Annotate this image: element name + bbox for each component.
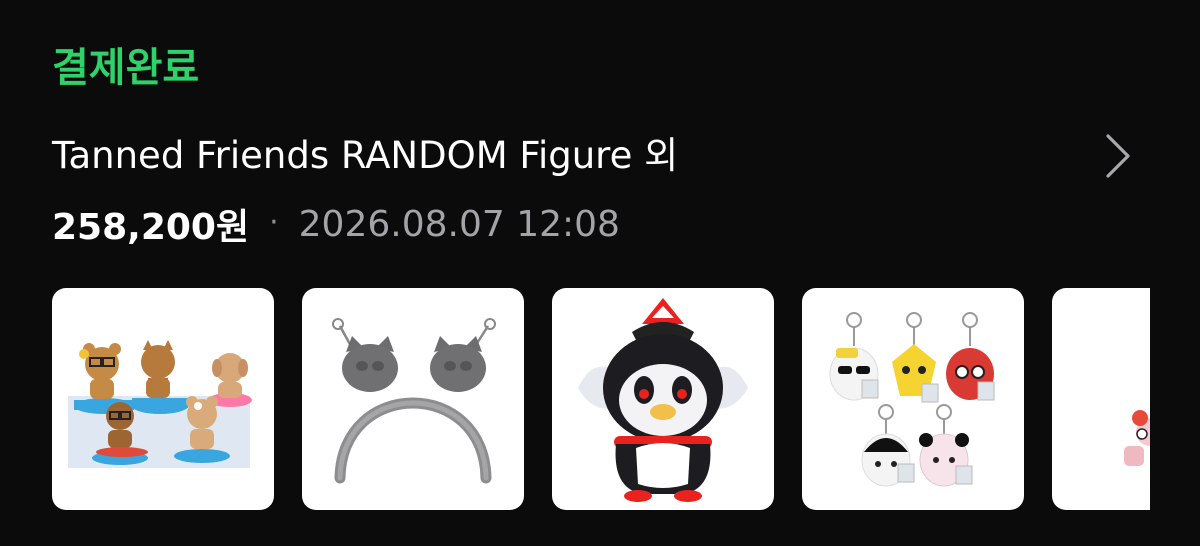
order-title: Tanned Friends RANDOM Figure 외 (52, 134, 679, 177)
payment-status: 결제완료 (52, 45, 200, 91)
penguin-image (578, 298, 748, 502)
order-title-row[interactable]: Tanned Friends RANDOM Figure 외 (52, 128, 1152, 184)
order-amount: 258,200원 (52, 207, 250, 248)
product-thumbnail-figures[interactable] (52, 288, 274, 510)
chevron-right-icon[interactable] (1098, 130, 1138, 182)
product-thumbnail-strip[interactable] (52, 288, 1150, 510)
product-thumbnail-keyrings[interactable] (802, 288, 1024, 510)
product-thumbnail-headband[interactable] (302, 288, 524, 510)
meta-separator: · (269, 204, 279, 240)
product-thumbnail-partial[interactable] (1052, 288, 1150, 510)
order-datetime: 2026.08.07 12:08 (298, 203, 620, 245)
keyrings-image (829, 312, 995, 487)
partial-product-image (1124, 410, 1150, 466)
headband-image (332, 318, 496, 484)
figures-image (68, 340, 252, 468)
product-thumbnail-penguin[interactable] (552, 288, 774, 510)
order-meta: 258,200원 · 2026.08.07 12:08 (52, 198, 620, 250)
